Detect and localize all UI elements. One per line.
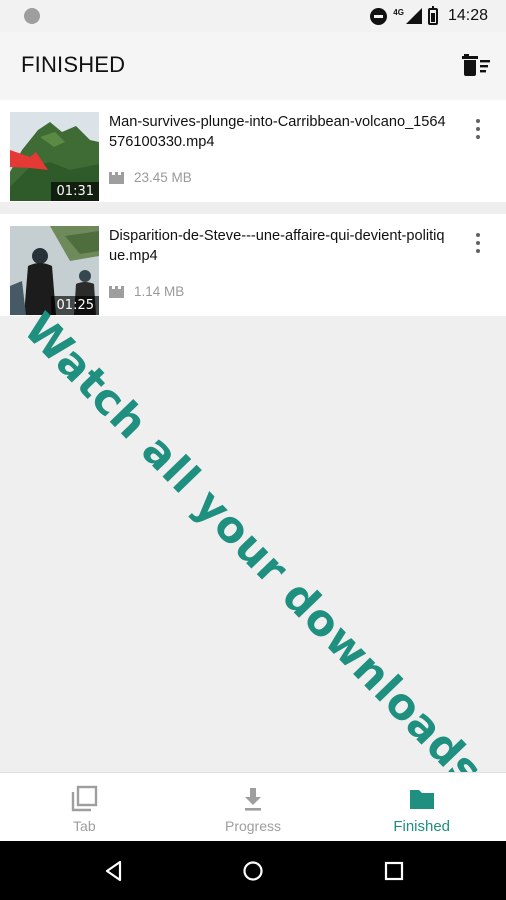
status-icons: 4G 14:28 <box>370 0 488 32</box>
video-thumbnail[interactable]: 01:25 <box>10 226 99 315</box>
nav-label-tab: Tab <box>73 818 96 834</box>
video-meta: 1.14 MB <box>109 284 184 299</box>
battery-icon <box>427 5 438 25</box>
nav-label-finished: Finished <box>393 818 451 835</box>
video-filename: Disparition-de-Steve---une-affaire-qui-d… <box>109 228 445 264</box>
page-title: FINISHED <box>21 52 126 77</box>
video-thumbnail[interactable]: 01:31 <box>10 112 99 201</box>
folder-icon <box>409 790 434 809</box>
film-icon <box>109 285 124 298</box>
nav-item-finished[interactable]: Finished <box>337 773 506 841</box>
nav-item-progress[interactable]: Progress <box>169 773 338 841</box>
file-size: 1.14 MB <box>134 284 185 299</box>
more-options-icon[interactable] <box>468 118 488 142</box>
download-item[interactable]: 01:25 Disparition-de-Steve---une-affaire… <box>0 214 506 316</box>
network-type: 4G <box>393 7 404 17</box>
more-options-icon[interactable] <box>468 232 488 256</box>
tabs-icon <box>72 785 98 812</box>
film-icon <box>109 171 124 184</box>
delete-sweep-icon[interactable] <box>462 51 492 79</box>
video-duration: 01:31 <box>50 182 99 201</box>
home-icon[interactable] <box>242 860 264 882</box>
file-size: 23.45 MB <box>134 170 192 185</box>
app-bar: FINISHED <box>0 32 506 100</box>
do-not-disturb-icon <box>370 7 388 25</box>
download-item[interactable]: 01:31 Man-survives-plunge-into-Carribbea… <box>0 100 506 202</box>
bottom-navigation: Tab Progress Finished <box>0 772 506 841</box>
video-meta: 23.45 MB <box>109 170 192 185</box>
nav-item-tab[interactable]: Tab <box>0 773 169 841</box>
signal-icon <box>405 8 422 24</box>
recents-icon[interactable] <box>383 860 405 882</box>
promo-text: Watch all your downloads <box>13 303 493 797</box>
status-bar: 4G 14:28 <box>0 0 506 32</box>
video-filename: Man-survives-plunge-into-Carribbean-volc… <box>109 114 446 150</box>
notification-dot-icon <box>24 8 40 24</box>
nav-label-progress: Progress <box>224 818 282 834</box>
download-icon <box>245 788 261 811</box>
back-icon[interactable] <box>103 860 125 882</box>
system-navigation-bar <box>0 841 506 900</box>
status-time: 14:28 <box>447 7 488 24</box>
